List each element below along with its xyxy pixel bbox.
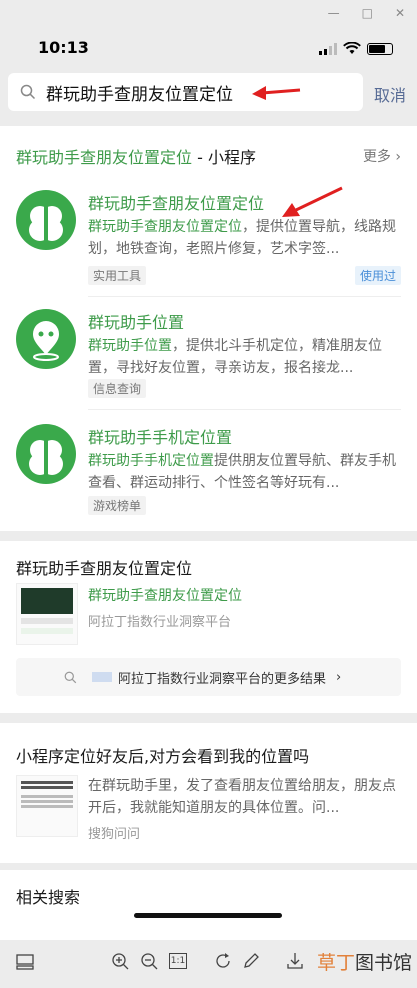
miniprogram-logo (16, 424, 76, 484)
miniprogram-item[interactable]: 群玩助手手机定位置 群玩助手手机定位置提供朋友位置导航、群友手机查看、群运动排行… (16, 424, 401, 524)
miniprogram-title[interactable]: 群玩助手查朋友位置定位 (88, 190, 264, 214)
category-tag: 信息查询 (88, 379, 147, 398)
aladdin-logo-icon (92, 672, 112, 682)
battery-icon (367, 42, 393, 55)
home-indicator (134, 913, 282, 918)
close-icon[interactable]: ✕ (395, 6, 405, 20)
maximize-icon[interactable]: □ (362, 6, 373, 20)
article-section-title[interactable]: 群玩助手查朋友位置定位 (16, 555, 192, 579)
search-input[interactable]: 群玩助手查朋友位置定位 (46, 80, 233, 105)
status-time: 10:13 (38, 38, 89, 57)
miniprogram-item[interactable]: 群玩助手位置 群玩助手位置，提供北斗手机定位，精准朋友位置，寻找好友位置，寻亲访… (16, 309, 401, 409)
qa-title[interactable]: 小程序定位好友后,对方会看到我的位置吗 (16, 743, 309, 767)
miniprogram-logo (16, 190, 76, 250)
search-bar[interactable]: 群玩助手查朋友位置定位 (8, 73, 363, 111)
category-tag: 游戏榜单 (88, 496, 147, 515)
zoom-in-icon[interactable] (111, 952, 129, 970)
more-results-button[interactable]: 阿拉丁指数行业洞察平台的更多结果 › (16, 658, 401, 696)
viewer-toolbar: 1:1 草丁图书馆 (0, 940, 417, 988)
qa-section: 小程序定位好友后,对方会看到我的位置吗 在群玩助手里，发了查看朋友位置给朋友，朋… (0, 723, 417, 863)
qa-source: 搜狗问问 (88, 827, 141, 842)
miniprogram-desc: 群玩助手手机定位置提供朋友位置导航、群友手机查看、群运动排行、个性签名等好玩有.… (88, 453, 396, 491)
rotate-icon[interactable] (214, 952, 232, 970)
miniprogram-section-title: 群玩助手查朋友位置定位 - 小程序 (16, 148, 256, 167)
related-title: 相关搜索 (16, 888, 81, 907)
download-icon[interactable] (286, 952, 304, 970)
used-badge: 使用过 (354, 266, 401, 285)
category-tag: 实用工具 (88, 266, 147, 285)
window-controls: — □ ✕ (328, 6, 405, 20)
article-section: 群玩助手查朋友位置定位 群玩助手查朋友位置定位 阿拉丁指数行业洞察平台 阿拉丁指… (0, 541, 417, 713)
wifi-icon (343, 42, 361, 54)
more-results-label: 阿拉丁指数行业洞察平台的更多结果 (118, 671, 327, 687)
watermark-brand: 草丁图书馆 (317, 952, 413, 974)
miniprogram-logo (16, 309, 76, 369)
qa-thumbnail[interactable] (16, 775, 78, 837)
related-section: 相关搜索 (0, 870, 417, 940)
status-bar: 10:13 (0, 38, 417, 62)
article-thumbnail[interactable] (16, 583, 78, 645)
pencil-icon[interactable] (242, 952, 260, 970)
actual-size-icon[interactable]: 1:1 (169, 953, 187, 969)
divider (88, 409, 401, 410)
search-icon (64, 671, 77, 683)
miniprogram-desc: 群玩助手位置，提供北斗手机定位，精准朋友位置，寻找好友位置，寻亲访友，报名接龙.… (88, 338, 382, 376)
cancel-button[interactable]: 取消 (374, 82, 406, 106)
minimize-icon[interactable]: — (328, 6, 340, 20)
more-link[interactable]: 更多 › (363, 146, 401, 166)
zoom-out-icon[interactable] (140, 952, 158, 970)
signal-icon (319, 42, 337, 55)
miniprogram-section: 群玩助手查朋友位置定位 - 小程序 更多 › 群玩助手查朋友位置定位 群玩助手查… (0, 126, 417, 531)
chevron-right-icon: › (395, 149, 401, 165)
miniprogram-title[interactable]: 群玩助手手机定位置 (88, 424, 232, 448)
article-title[interactable]: 群玩助手查朋友位置定位 (88, 585, 242, 605)
article-source: 阿拉丁指数行业洞察平台 (88, 615, 232, 630)
chevron-right-icon: › (336, 669, 342, 685)
search-icon (20, 84, 36, 100)
miniprogram-item[interactable]: 群玩助手查朋友位置定位 群玩助手查朋友位置定位，提供位置导航，线路规划，地铁查询… (16, 190, 401, 290)
layout-icon[interactable] (16, 954, 34, 970)
divider (88, 296, 401, 297)
miniprogram-title[interactable]: 群玩助手位置 (88, 309, 184, 333)
miniprogram-desc: 群玩助手查朋友位置定位，提供位置导航，线路规划，地铁查询，老照片修复，艺术字签.… (88, 219, 396, 257)
qa-desc: 在群玩助手里，发了查看朋友位置给朋友，朋友点开后，我就能知道朋友的具体位置。问.… (88, 778, 396, 816)
